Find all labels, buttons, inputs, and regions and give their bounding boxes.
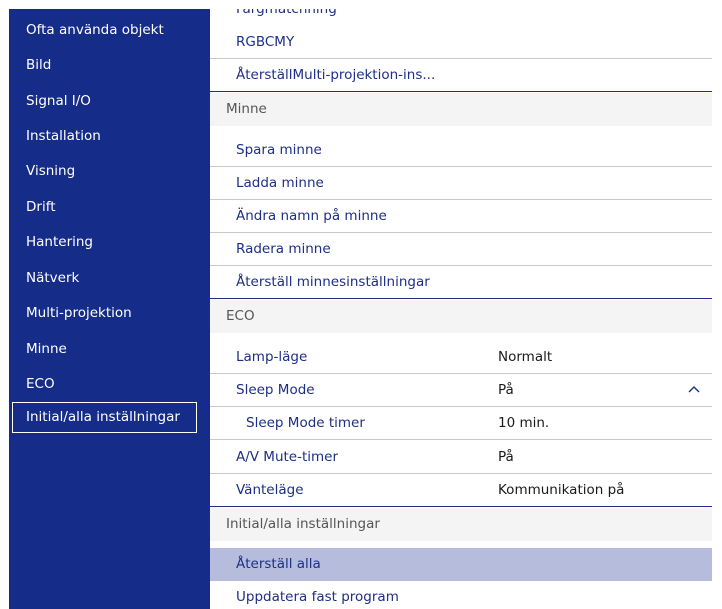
sidebar-item-ofta-anvanda-objekt[interactable]: Ofta använda objekt [26,21,164,39]
section-header-eco: ECO [210,300,712,333]
sidebar-item-drift[interactable]: Drift [26,198,56,216]
menu-item-label: ÅterställMulti-projektion-ins... [236,67,436,83]
menu-item-uppdatera-fast-program[interactable]: Uppdatera fast program [210,581,712,609]
menu-item-sleep-mode[interactable]: Sleep Mode På [210,374,712,407]
section-title: Minne [226,101,267,117]
sidebar-item-installation[interactable]: Installation [26,127,101,145]
sidebar-item-signal-io[interactable]: Signal I/O [26,92,91,110]
settings-panel: Färgmatchning RGBCMY ÅterställMulti-proj… [210,9,722,609]
menu-item-fargmatchning-partial[interactable]: Färgmatchning [236,9,337,18]
menu-item-label: Ladda minne [236,175,324,191]
menu-item-value: Kommunikation på [498,482,625,498]
menu-item-radera-minne[interactable]: Radera minne [210,233,712,266]
menu-item-andra-namn-pa-minne[interactable]: Ändra namn på minne [210,200,712,233]
menu-item-av-mute-timer[interactable]: A/V Mute-timer På [210,441,712,474]
menu-item-aterstall-multi-projektion[interactable]: ÅterställMulti-projektion-ins... [210,59,712,92]
menu-item-label: Vänteläge [236,482,304,498]
sidebar-item-multi-projektion[interactable]: Multi-projektion [26,304,132,322]
menu-item-label: Ändra namn på minne [236,208,387,224]
sidebar-item-visning[interactable]: Visning [26,162,75,180]
menu-item-ladda-minne[interactable]: Ladda minne [210,167,712,200]
menu-item-spara-minne[interactable]: Spara minne [210,134,712,167]
menu-item-aterstall-alla[interactable]: Återställ alla [210,548,712,581]
menu-item-value: 10 min. [498,415,550,431]
section-header-initial-alla-installningar: Initial/alla inställningar [210,508,712,541]
sidebar-item-hantering[interactable]: Hantering [26,233,93,251]
sidebar-item-initial-alla-installningar[interactable]: Initial/alla inställningar [12,402,197,433]
chevron-up-icon[interactable] [688,385,700,393]
sidebar-item-minne[interactable]: Minne [26,340,67,358]
sidebar-item-eco[interactable]: ECO [26,375,55,393]
menu-item-label: Lamp-läge [236,349,308,365]
sidebar-item-natverk[interactable]: Nätverk [26,269,79,287]
menu-item-label: Återställ minnesinställningar [236,274,430,290]
menu-item-aterstall-minnesinstallningar[interactable]: Återställ minnesinställningar [210,266,712,299]
menu-item-vantelage[interactable]: Vänteläge Kommunikation på [210,474,712,507]
menu-item-label: Sleep Mode [236,382,315,398]
menu-item-value: På [498,449,514,465]
section-header-minne: Minne [210,93,712,126]
menu-item-label: Radera minne [236,241,331,257]
menu-item-rgbcmy[interactable]: RGBCMY [210,26,712,59]
section-title: ECO [226,308,255,324]
menu-item-label: Sleep Mode timer [246,415,365,431]
sidebar-menu: Ofta använda objekt Bild Signal I/O Inst… [9,9,210,609]
menu-item-label: RGBCMY [236,34,295,50]
menu-item-label: A/V Mute-timer [236,449,339,465]
menu-item-sleep-mode-timer[interactable]: Sleep Mode timer 10 min. [210,407,712,440]
sidebar-item-bild[interactable]: Bild [26,56,51,74]
menu-item-value: Normalt [498,349,553,365]
menu-item-label: Återställ alla [236,556,321,572]
menu-item-lamp-lage[interactable]: Lamp-läge Normalt [210,341,712,374]
menu-item-label: Spara minne [236,142,322,158]
menu-item-label: Uppdatera fast program [236,589,399,605]
menu-item-value: På [498,382,514,398]
section-title: Initial/alla inställningar [226,516,380,532]
